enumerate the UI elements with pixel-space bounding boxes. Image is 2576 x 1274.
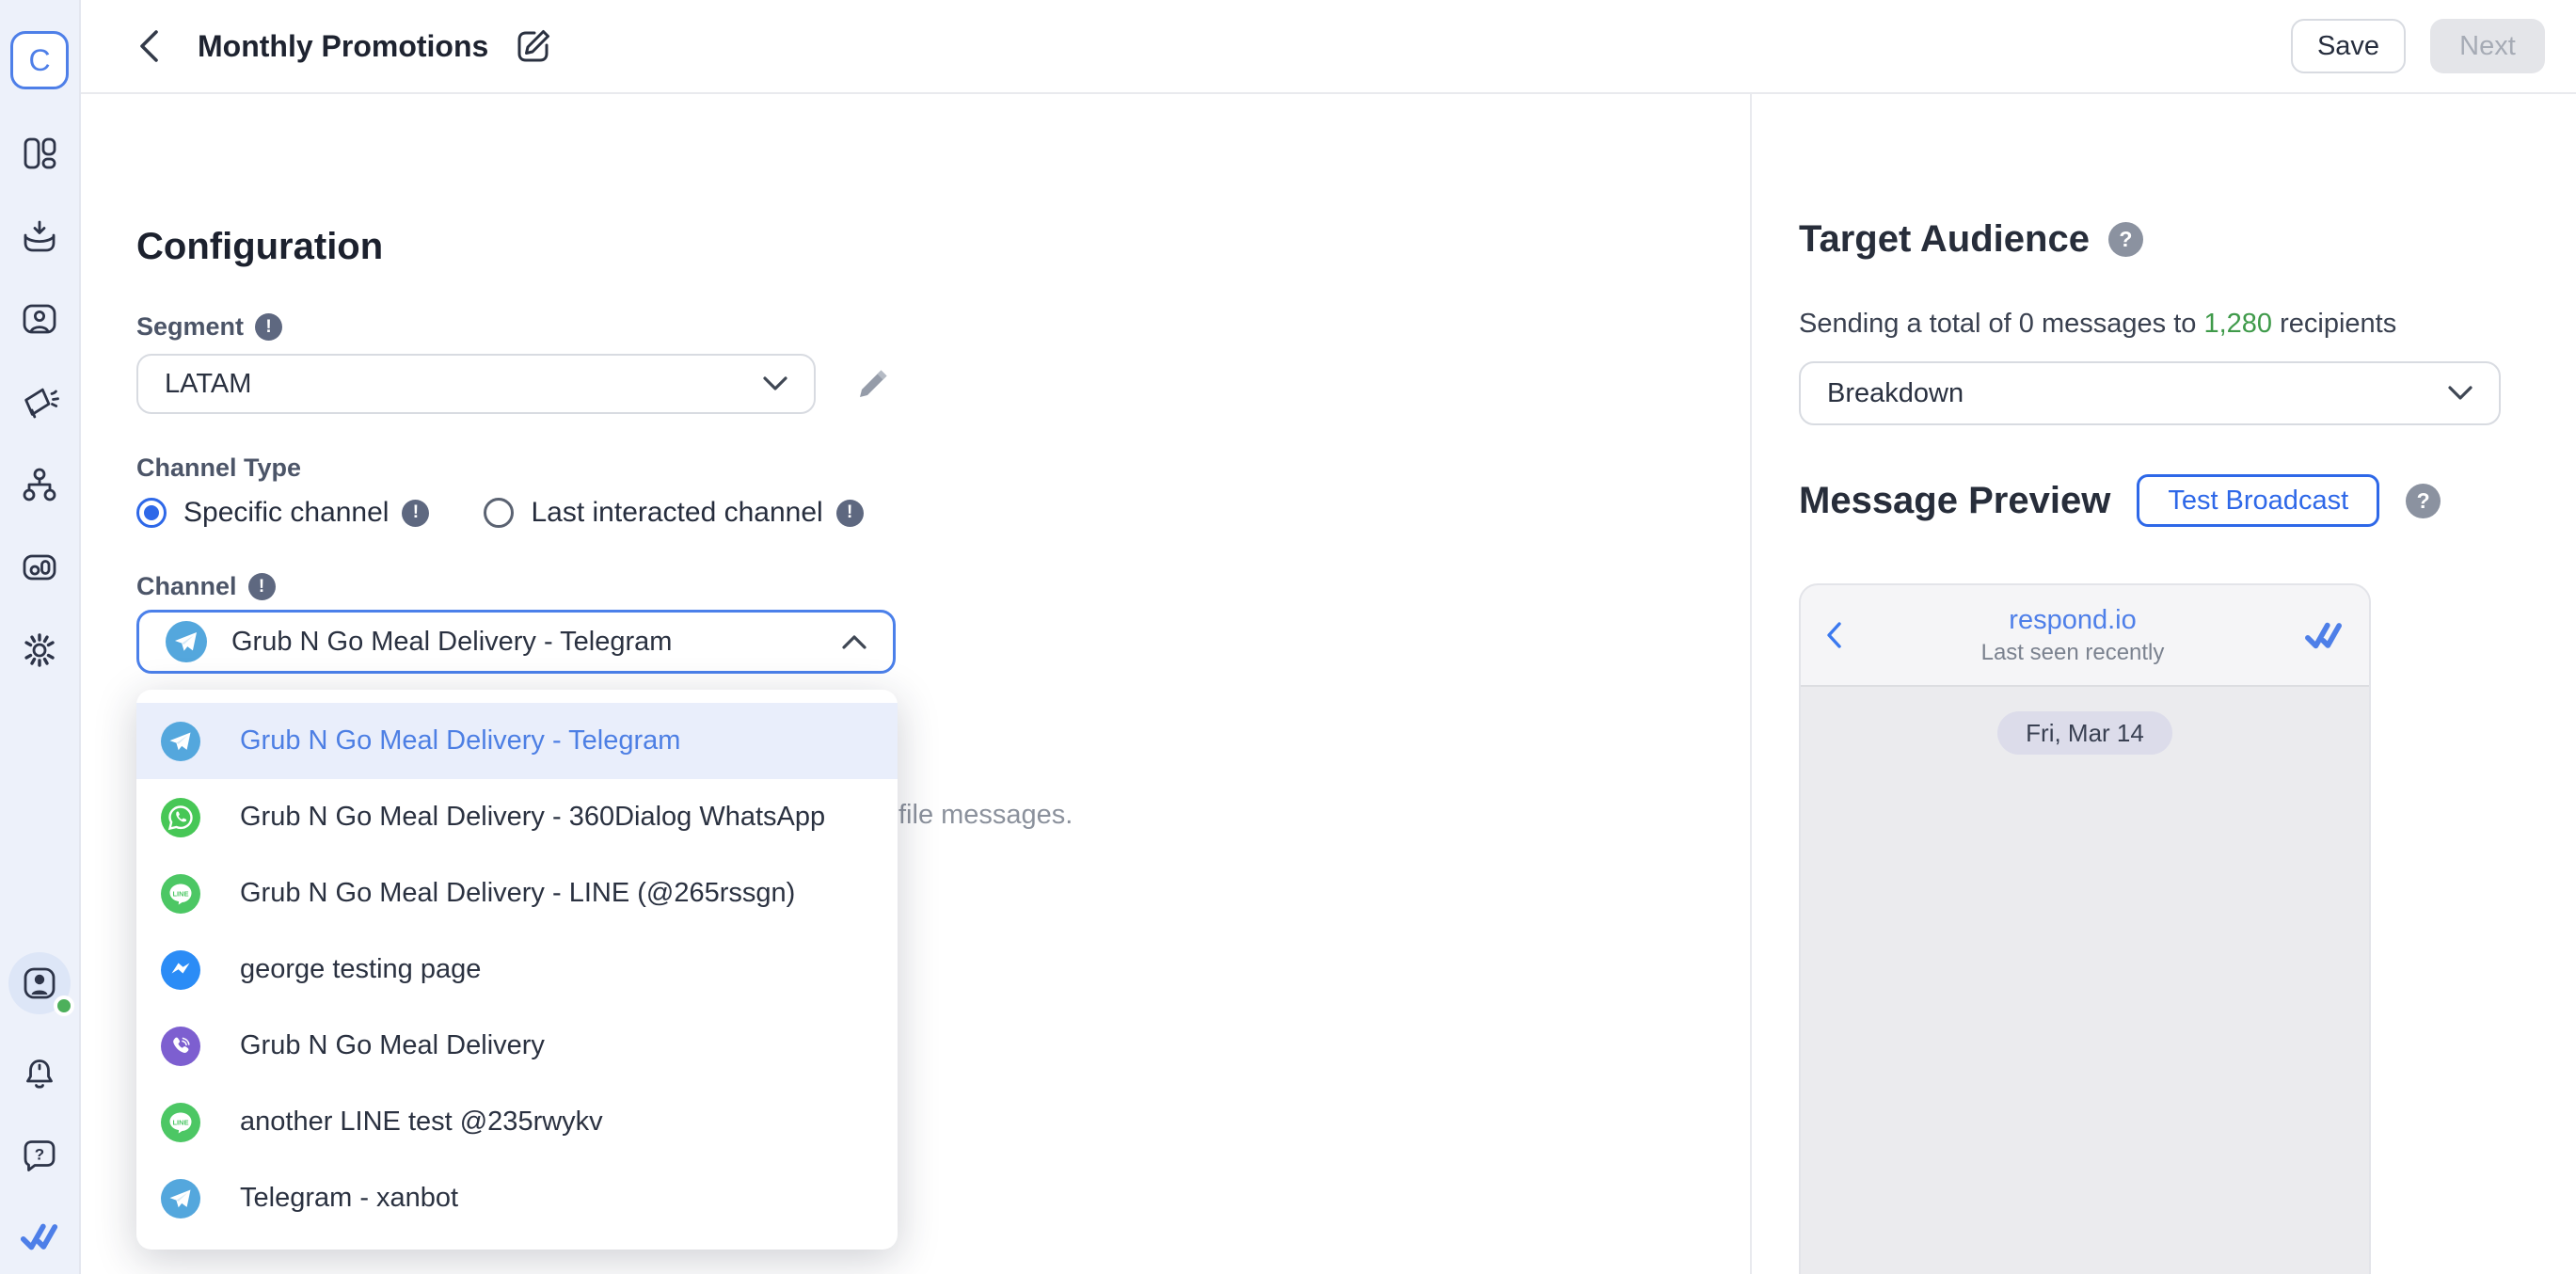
whatsapp-icon (161, 798, 200, 837)
chat-header: respond.io Last seen recently (1801, 585, 2369, 687)
message-preview-title: Message Preview (1799, 480, 2110, 522)
viber-icon (161, 1027, 200, 1066)
telegram-icon (161, 722, 200, 761)
channel-label: Channel ! (136, 572, 276, 601)
target-audience-title: Target Audience (1799, 218, 2090, 261)
edit-title-icon[interactable] (513, 25, 554, 67)
channel-option-telegram-grubngo[interactable]: Grub N Go Meal Delivery - Telegram (136, 703, 898, 779)
channel-option-line-another[interactable]: another LINE test @235rwykv (136, 1084, 898, 1160)
back-button[interactable] (130, 27, 167, 65)
chat-body: Fri, Mar 14 (1801, 687, 2369, 1274)
specific-channel-info-icon[interactable]: ! (402, 500, 429, 527)
help-icon[interactable]: ? (19, 1135, 60, 1176)
channel-info-icon[interactable]: ! (248, 573, 276, 600)
reports-icon[interactable] (19, 547, 60, 588)
telegram-icon (161, 1179, 200, 1218)
telegram-icon (166, 621, 207, 662)
messenger-icon (161, 950, 200, 990)
channel-option-messenger-george[interactable]: george testing page (136, 932, 898, 1008)
main-column: Monthly Promotions Save Next Configurati… (81, 0, 2576, 1274)
message-preview-phone: respond.io Last seen recently Fri, Mar 1… (1799, 583, 2371, 1274)
workspace-logo[interactable]: C (10, 31, 69, 89)
configuration-panel: Configuration Segment ! LATAM Channel Ty… (81, 94, 1750, 1274)
radio-specific-channel-label[interactable]: Specific channel (183, 497, 389, 529)
chat-date-chip: Fri, Mar 14 (1997, 711, 2172, 755)
page-title: Monthly Promotions (198, 29, 488, 64)
configuration-title: Configuration (136, 226, 383, 268)
radio-specific-channel[interactable] (136, 498, 167, 528)
contacts-icon[interactable] (19, 298, 60, 340)
respond-logo-icon (19, 1216, 60, 1257)
channel-type-radio-group: Specific channel ! Last interacted chann… (136, 497, 864, 529)
segment-select[interactable]: LATAM (136, 354, 816, 414)
channel-option-telegram-xanbot[interactable]: Telegram - xanbot (136, 1160, 898, 1236)
save-button[interactable]: Save (2291, 19, 2406, 73)
content: Configuration Segment ! LATAM Channel Ty… (81, 94, 2576, 1274)
test-broadcast-button[interactable]: Test Broadcast (2137, 474, 2379, 527)
segment-value: LATAM (165, 369, 251, 400)
segment-label: Segment ! (136, 312, 282, 342)
chat-name: respond.io (1842, 605, 2303, 636)
message-preview-help-icon[interactable]: ? (2406, 484, 2441, 518)
inbox-icon[interactable] (19, 215, 60, 257)
segment-info-icon[interactable]: ! (255, 313, 282, 341)
line-icon (161, 874, 200, 914)
recipients-count: 1,280 (2203, 309, 2272, 339)
channel-value: Grub N Go Meal Delivery - Telegram (231, 627, 672, 658)
dashboard-icon[interactable] (19, 133, 60, 174)
chat-back-icon (1825, 621, 1842, 649)
next-button[interactable]: Next (2430, 19, 2545, 73)
edit-segment-icon[interactable] (854, 365, 892, 403)
chevron-down-icon (763, 376, 787, 391)
breakdown-select[interactable]: Breakdown (1799, 361, 2501, 425)
online-status-dot (54, 995, 74, 1016)
user-avatar[interactable] (8, 952, 71, 1014)
radio-last-interacted-channel[interactable] (484, 498, 514, 528)
chat-status: Last seen recently (1842, 640, 2303, 666)
sidebar-bottom: ? (8, 952, 71, 1274)
channel-option-viber-grubngo[interactable]: Grub N Go Meal Delivery (136, 1008, 898, 1084)
broadcasts-icon[interactable] (19, 381, 60, 422)
svg-text:?: ? (35, 1146, 44, 1164)
sending-summary: Sending a total of 0 messages to 1,280 r… (1799, 309, 2396, 340)
notifications-icon[interactable] (19, 1054, 60, 1095)
workflows-icon[interactable] (19, 464, 60, 505)
settings-icon[interactable] (19, 629, 60, 671)
channel-select[interactable]: Grub N Go Meal Delivery - Telegram (136, 610, 896, 674)
target-audience-help-icon[interactable]: ? (2108, 222, 2143, 257)
channel-type-label: Channel Type (136, 454, 301, 483)
respond-logo-icon (2303, 617, 2345, 653)
last-interacted-info-icon[interactable]: ! (836, 500, 864, 527)
radio-last-interacted-label[interactable]: Last interacted channel (531, 497, 822, 529)
channel-option-line-grubngo[interactable]: Grub N Go Meal Delivery - LINE (@265rssg… (136, 855, 898, 932)
chevron-up-icon (842, 634, 867, 649)
broadcast-setup-page: C (0, 0, 2576, 1274)
topbar: Monthly Promotions Save Next (81, 0, 2576, 94)
channel-dropdown: Grub N Go Meal Delivery - Telegram Grub … (136, 690, 898, 1250)
sidebar-nav (19, 133, 60, 671)
channel-option-whatsapp-grubngo[interactable]: Grub N Go Meal Delivery - 360Dialog What… (136, 779, 898, 855)
chevron-down-icon (2448, 386, 2473, 401)
target-audience-panel: Target Audience ? Sending a total of 0 m… (1750, 94, 2576, 1274)
sidebar: C (0, 0, 81, 1274)
channel-hint-text: file messages. (898, 800, 1073, 831)
line-icon (161, 1103, 200, 1142)
